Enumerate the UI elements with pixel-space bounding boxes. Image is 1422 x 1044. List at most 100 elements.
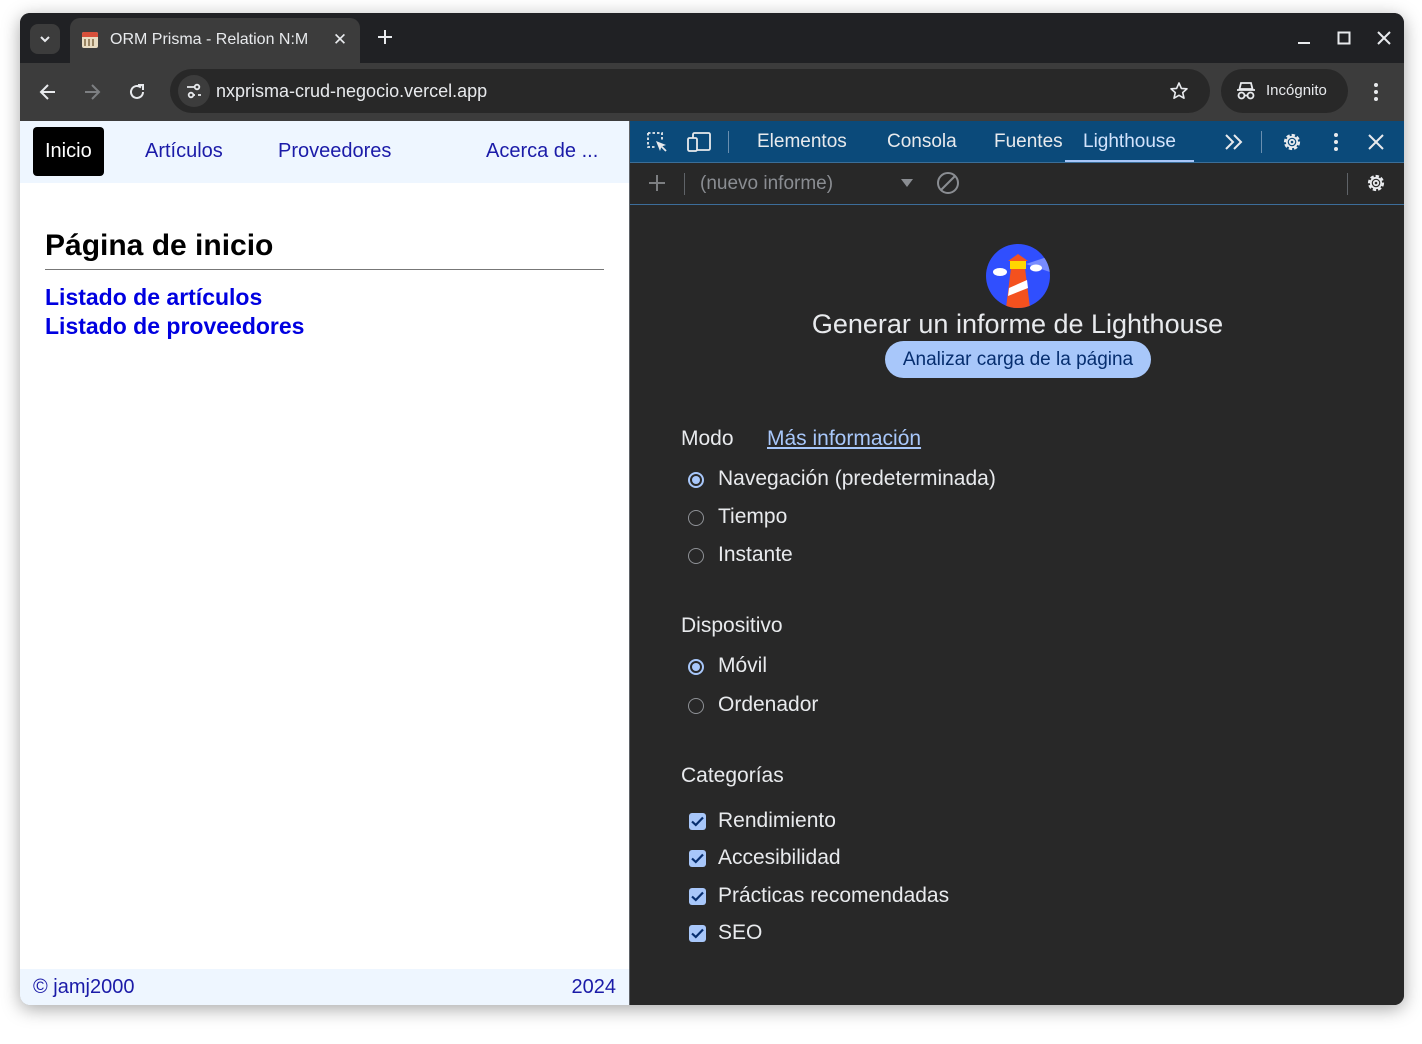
- tab-search-button[interactable]: [30, 24, 60, 54]
- device-toggle-icon: [687, 132, 711, 152]
- plus-icon: [649, 175, 665, 191]
- mode-option-label: Instante: [718, 543, 793, 566]
- tab-consola[interactable]: Consola: [887, 121, 957, 162]
- new-tab-button[interactable]: [372, 25, 398, 51]
- checkbox-checked[interactable]: [689, 925, 706, 942]
- radio-unselected[interactable]: [688, 510, 704, 526]
- toolbar-separator: [1347, 173, 1348, 195]
- close-window-button[interactable]: [1364, 25, 1404, 51]
- nav-proveedores[interactable]: Proveedores: [266, 127, 403, 176]
- incognito-icon: [1237, 82, 1255, 100]
- category-label: Accesibilidad: [718, 846, 841, 869]
- footer-copyright: © jamj2000: [33, 976, 135, 998]
- radio-selected[interactable]: [688, 659, 704, 675]
- browser-menu-button[interactable]: [1365, 79, 1387, 105]
- gear-icon: [1283, 133, 1301, 151]
- minimize-icon: [1298, 42, 1310, 44]
- address-bar[interactable]: nxprisma-crud-negocio.vercel.app: [170, 69, 1210, 113]
- close-tab-icon[interactable]: ✕: [330, 30, 350, 50]
- tab-strip: ORM Prisma - Relation N:M ✕: [20, 13, 1404, 64]
- minimize-button[interactable]: [1284, 25, 1324, 51]
- browser-tab[interactable]: ORM Prisma - Relation N:M ✕: [70, 18, 360, 64]
- back-button[interactable]: [35, 79, 61, 105]
- device-option-label: Ordenador: [718, 693, 819, 716]
- close-icon: [1368, 134, 1384, 150]
- checkbox-checked[interactable]: [689, 888, 706, 905]
- site-info-icon: [187, 83, 201, 99]
- maximize-button[interactable]: [1324, 25, 1364, 51]
- chevron-down-icon: [40, 36, 50, 43]
- url-text[interactable]: nxprisma-crud-negocio.vercel.app: [216, 81, 487, 102]
- site-nav: Inicio Artículos Proveedores Acerca de .…: [20, 121, 629, 183]
- favicon: [82, 32, 98, 48]
- plus-icon: [378, 30, 392, 44]
- radio-selected[interactable]: [688, 472, 704, 488]
- tab-lighthouse[interactable]: Lighthouse: [1065, 121, 1194, 162]
- check-icon: [691, 891, 704, 902]
- site-footer: © jamj2000 2024: [20, 969, 629, 1005]
- radio-unselected[interactable]: [688, 548, 704, 564]
- report-dropdown-arrow[interactable]: [894, 171, 920, 195]
- nav-acerca[interactable]: Acerca de ...: [474, 127, 610, 176]
- triangle-down-icon: [901, 179, 913, 187]
- new-report-button[interactable]: [644, 171, 670, 195]
- device-option-label: Móvil: [718, 654, 768, 677]
- star-icon: [1170, 82, 1188, 99]
- more-tabs-icon: [1225, 134, 1243, 150]
- link-articulos[interactable]: Listado de artículos: [45, 284, 262, 311]
- lighthouse-logo: [986, 244, 1050, 308]
- browser-toolbar: nxprisma-crud-negocio.vercel.app Incógni…: [20, 63, 1404, 121]
- devtools-settings-button[interactable]: [1279, 130, 1305, 154]
- tab-title: ORM Prisma - Relation N:M: [110, 31, 309, 48]
- page-title: Página de inicio: [45, 229, 274, 262]
- web-page: Inicio Artículos Proveedores Acerca de .…: [20, 121, 629, 1005]
- check-icon: [691, 928, 704, 939]
- toolbar-separator: [684, 173, 685, 195]
- checkbox-checked[interactable]: [689, 850, 706, 867]
- category-label: Rendimiento: [718, 809, 836, 832]
- incognito-profile-button[interactable]: Incógnito: [1221, 69, 1348, 113]
- heading-divider: [45, 269, 604, 270]
- devtools-menu-button[interactable]: [1323, 130, 1349, 154]
- radio-unselected[interactable]: [688, 698, 704, 714]
- analyze-page-button[interactable]: Analizar carga de la página: [885, 341, 1151, 378]
- device-label: Dispositivo: [681, 614, 783, 637]
- check-icon: [691, 816, 704, 827]
- forward-button[interactable]: [79, 79, 105, 105]
- check-icon: [691, 853, 704, 864]
- browser-window: ORM Prisma - Relation N:M ✕ nxprisma-cru…: [20, 13, 1404, 1005]
- lighthouse-settings-button[interactable]: [1363, 171, 1389, 195]
- devtools-panel: Elementos Consola Fuentes Lighthouse (nu…: [629, 121, 1404, 1005]
- inspect-icon: [647, 132, 667, 152]
- forward-icon: [85, 84, 101, 100]
- clear-icon: [937, 172, 959, 194]
- more-info-link[interactable]: Más información: [767, 427, 921, 451]
- reload-button[interactable]: [124, 79, 150, 105]
- back-icon: [39, 84, 55, 100]
- bookmark-button[interactable]: [1167, 79, 1191, 103]
- more-tabs-button[interactable]: [1221, 130, 1247, 154]
- close-icon: [1377, 31, 1391, 45]
- checkbox-checked[interactable]: [689, 813, 706, 830]
- categories-label: Categorías: [681, 764, 784, 787]
- devtools-close-button[interactable]: [1363, 130, 1389, 154]
- nav-articulos[interactable]: Artículos: [133, 127, 235, 176]
- clear-reports-button[interactable]: [935, 171, 961, 195]
- inspect-element-button[interactable]: [644, 130, 670, 154]
- tab-elementos[interactable]: Elementos: [757, 121, 847, 162]
- site-info-button[interactable]: [178, 75, 210, 107]
- device-toggle-button[interactable]: [686, 130, 712, 154]
- link-proveedores[interactable]: Listado de proveedores: [45, 313, 304, 340]
- mode-option-label: Navegación (predeterminada): [718, 467, 996, 490]
- category-label: Prácticas recomendadas: [718, 884, 950, 907]
- kebab-icon: [1334, 133, 1338, 151]
- nav-inicio[interactable]: Inicio: [33, 127, 104, 176]
- devtools-separator: [728, 131, 729, 153]
- devtools-separator: [1261, 131, 1262, 153]
- category-label: SEO: [718, 921, 763, 944]
- lighthouse-title: Generar un informe de Lighthouse: [811, 309, 1224, 339]
- tab-fuentes[interactable]: Fuentes: [994, 121, 1063, 162]
- reload-icon: [130, 84, 144, 99]
- footer-year: 2024: [571, 976, 617, 998]
- report-select[interactable]: (nuevo informe): [700, 173, 833, 195]
